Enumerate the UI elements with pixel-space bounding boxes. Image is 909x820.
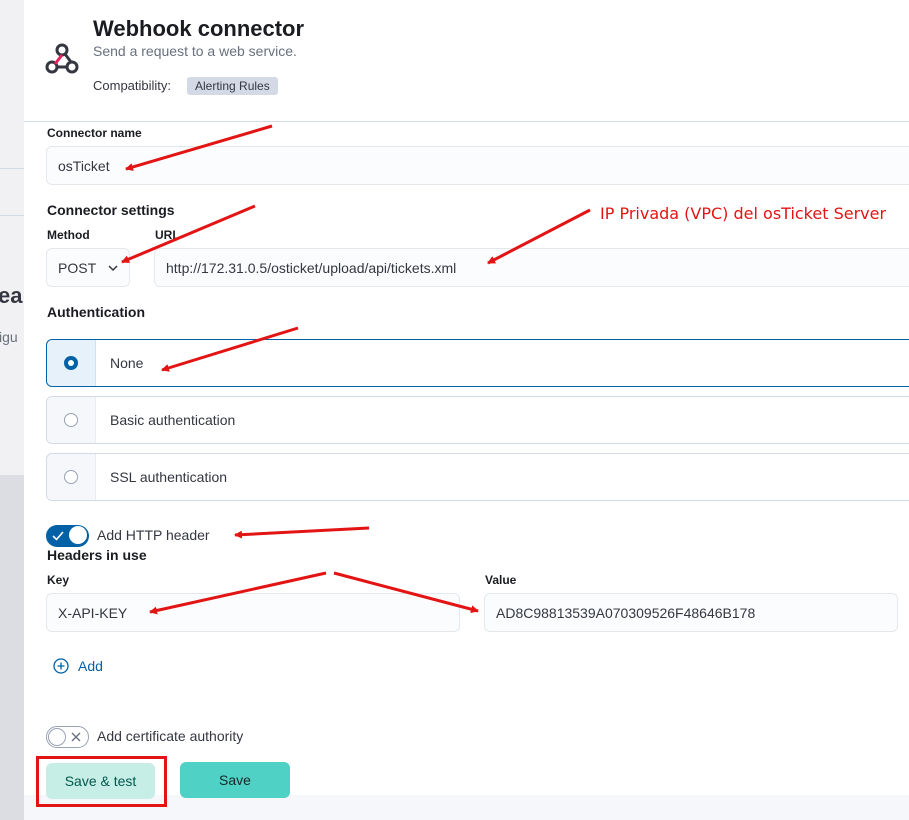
http-header-toggle-label: Add HTTP header [97,527,210,543]
authentication-title: Authentication [47,304,145,320]
annotation-highlight-box [36,756,167,807]
auth-option-label: SSL authentication [110,469,228,485]
flyout-subtitle: Send a request to a web service. [93,43,297,59]
add-header-button[interactable]: Add [53,658,103,674]
header-value-input[interactable]: AD8C98813539A070309526F48646B178 [484,593,898,632]
url-input[interactable]: http://172.31.0.5/osticket/upload/api/ti… [154,248,909,287]
connector-name-label: Connector name [47,126,142,140]
certificate-authority-toggle-label: Add certificate authority [97,728,244,744]
toggle-knob [48,728,66,746]
auth-option-label: Basic authentication [110,412,236,428]
auth-option-basic[interactable]: Basic authentication [46,396,909,444]
webhook-icon [45,43,79,74]
value-label: Value [485,573,517,587]
background-divider [0,168,24,169]
flyout-title: Webhook connector [93,16,305,41]
url-value: http://172.31.0.5/osticket/upload/api/ti… [166,259,457,276]
auth-option-none[interactable]: None [46,339,909,387]
header-divider [24,121,909,122]
chevron-down-icon [108,264,118,271]
header-key-value: X-API-KEY [58,604,128,621]
cross-icon [71,732,81,742]
background-text-fragment: igu [0,329,18,345]
background-heading-fragment: ea [0,283,23,308]
background-overlay [0,475,24,820]
key-label: Key [47,573,70,587]
radio-unselected-icon[interactable] [64,413,78,427]
method-label: Method [47,228,90,242]
radio-unselected-icon[interactable] [64,470,78,484]
http-header-toggle[interactable] [46,525,89,547]
compatibility-label: Compatibility: [93,78,172,93]
radio-selected-icon[interactable] [64,356,78,370]
headers-title: Headers in use [47,547,147,563]
annotation-callout: IP Privada (VPC) del osTicket Server [600,204,887,223]
background-page: ea igu [0,0,24,820]
header-value-value: AD8C98813539A070309526F48646B178 [496,604,756,621]
url-label: URL [155,228,180,242]
method-select[interactable]: POST [46,248,130,287]
auth-option-ssl[interactable]: SSL authentication [46,453,909,501]
header-key-input[interactable]: X-API-KEY [46,593,460,632]
connector-name-input[interactable]: osTicket [46,146,909,185]
add-header-label: Add [78,658,103,674]
connector-settings-title: Connector settings [47,202,175,218]
connector-name-value: osTicket [58,157,110,174]
auth-option-label: None [110,355,144,371]
check-icon [52,531,64,541]
toggle-knob [69,526,87,544]
certificate-authority-toggle[interactable] [46,726,89,748]
save-button[interactable]: Save [180,762,290,798]
compatibility-badge: Alerting Rules [187,77,278,95]
method-value: POST [58,259,97,276]
background-divider [0,215,24,216]
plus-circle-icon [53,658,69,674]
